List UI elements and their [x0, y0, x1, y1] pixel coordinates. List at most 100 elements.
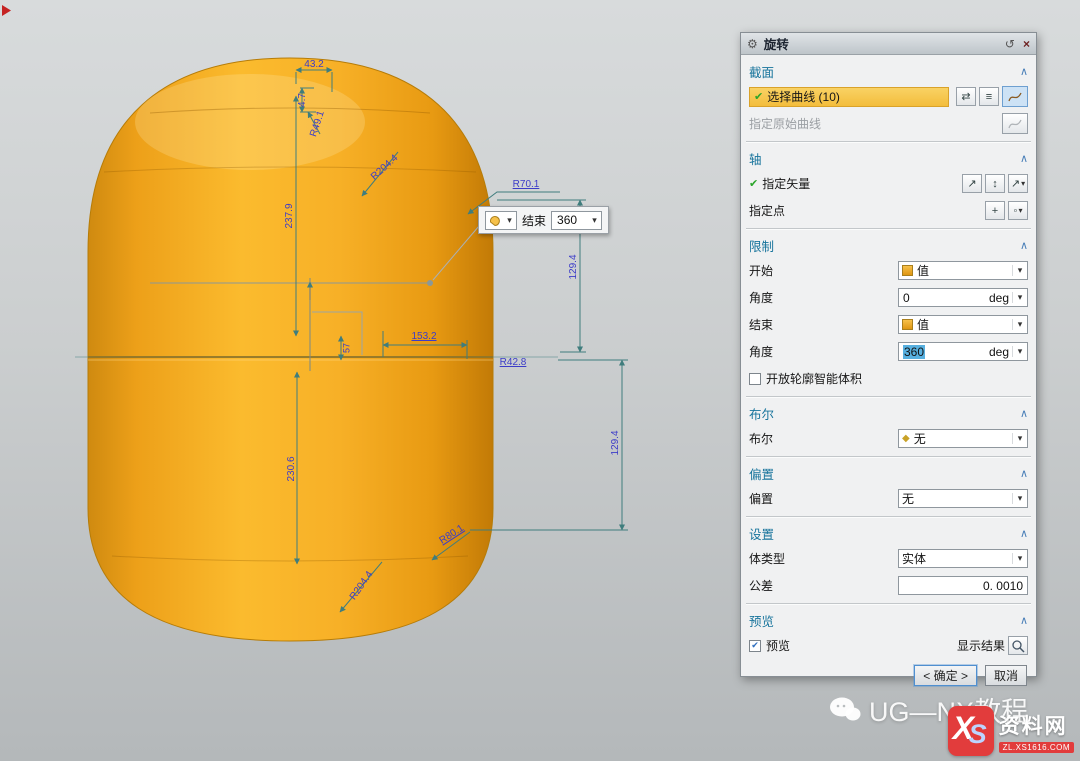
body-type-label: 体类型	[749, 550, 785, 567]
offset-label: 偏置	[749, 490, 773, 507]
selected-text: 360	[903, 345, 925, 359]
site-name: 资料网	[999, 710, 1068, 740]
body-type-combo[interactable]: 实体 ▾	[898, 549, 1028, 568]
start-condition-combo[interactable]: 值 ▾	[898, 261, 1028, 280]
point-type-dropdown[interactable]: ◦▾	[1008, 201, 1028, 220]
chevron-down-icon: ▾	[1012, 292, 1027, 303]
section-divider	[746, 228, 1031, 230]
specify-vector-row: ✔ 指定矢量 ↗ ↕ ↗▾	[746, 170, 1031, 197]
swap-selection-button[interactable]: ⇄	[956, 87, 976, 106]
chevron-down-icon: ▾	[1012, 433, 1027, 444]
chevron-up-icon[interactable]: ∧	[1020, 614, 1028, 627]
section-header-label: 偏置	[749, 464, 774, 483]
end-angle-combo[interactable]: 360 ▾	[551, 211, 602, 230]
dimension-label: R42.8	[500, 358, 527, 368]
section-header-axis[interactable]: 轴 ∧	[746, 145, 1031, 170]
section-divider	[746, 516, 1031, 518]
section-header-label: 限制	[749, 236, 774, 255]
origin-curve-row: 指定原始曲线	[746, 110, 1031, 137]
vector-type-dropdown[interactable]: ↗▾	[1008, 174, 1028, 193]
section-header-offset[interactable]: 偏置 ∧	[746, 460, 1031, 485]
section-header-preview[interactable]: 预览 ∧	[746, 607, 1031, 632]
open-profile-checkbox[interactable]	[749, 373, 761, 385]
end-angle-row: 角度 360 deg ▾	[746, 338, 1031, 365]
end-condition-dropdown[interactable]: ▾	[485, 211, 517, 230]
preview-row: ✔ 预览 显示结果	[746, 632, 1031, 659]
chevron-down-icon: ▾	[1018, 206, 1022, 215]
select-curve-row: ✔ 选择曲线 (10) ⇄ ≡	[746, 83, 1031, 110]
xs-badge-icon: X S	[948, 706, 994, 756]
start-angle-row: 角度 0 deg ▾	[746, 284, 1031, 311]
end-angle-field[interactable]: 360 deg ▾	[898, 342, 1028, 361]
tolerance-field[interactable]: 0. 0010	[898, 576, 1028, 595]
dimension-label: 57	[343, 343, 352, 353]
section-header-label: 轴	[749, 149, 762, 168]
chevron-down-icon: ▾	[1012, 346, 1027, 357]
chevron-up-icon[interactable]: ∧	[1020, 467, 1028, 480]
chevron-up-icon[interactable]: ∧	[1020, 527, 1028, 540]
dialog-body: 截面 ∧ ✔ 选择曲线 (10) ⇄ ≡ 指定原始曲线	[741, 55, 1036, 694]
chevron-up-icon[interactable]: ∧	[1020, 407, 1028, 420]
origin-curve-button[interactable]	[1002, 113, 1028, 134]
site-logo: X S 资料网 ZL.XS1616.COM	[948, 706, 1074, 756]
section-header-label: 设置	[749, 524, 774, 543]
section-divider	[746, 456, 1031, 458]
ok-button[interactable]: < 确定 >	[914, 665, 977, 686]
offset-row: 偏置 无 ▾	[746, 485, 1031, 512]
vector-dialog-button[interactable]: ↗	[962, 174, 982, 193]
end-label: 结束	[749, 316, 773, 333]
floating-limit-toolbar: ▾ 结束 360 ▾	[478, 206, 609, 234]
value-option-icon	[902, 265, 913, 276]
start-condition-row: 开始 值 ▾	[746, 257, 1031, 284]
open-profile-row: 开放轮廓智能体积	[746, 365, 1031, 392]
revolve-dialog: ⚙ 旋转 ↺ × 截面 ∧ ✔ 选择曲线 (10) ⇄ ≡	[740, 32, 1037, 677]
select-curve-label: 选择曲线 (10)	[767, 88, 840, 105]
specify-vector-label: 指定矢量	[762, 175, 810, 192]
dimension-label: 43.2	[304, 60, 323, 70]
limit-value-icon	[488, 214, 501, 227]
section-divider	[746, 603, 1031, 605]
reset-icon[interactable]: ↺	[1005, 38, 1015, 50]
curve-rule-button[interactable]	[1002, 86, 1028, 107]
tolerance-label: 公差	[749, 577, 773, 594]
origin-curve-label: 指定原始曲线	[749, 115, 821, 132]
check-icon: ✔	[754, 90, 763, 103]
preview-checkbox[interactable]: ✔	[749, 640, 761, 652]
section-header-settings[interactable]: 设置 ∧	[746, 520, 1031, 545]
end-condition-combo[interactable]: 值 ▾	[898, 315, 1028, 334]
chevron-up-icon[interactable]: ∧	[1020, 152, 1028, 165]
section-header-boolean[interactable]: 布尔 ∧	[746, 400, 1031, 425]
boolean-label: 布尔	[749, 430, 773, 447]
reverse-direction-button[interactable]: ↕	[985, 174, 1005, 193]
boolean-combo[interactable]: ◆ 无 ▾	[898, 429, 1028, 448]
chevron-down-icon: ▾	[503, 215, 516, 226]
chevron-up-icon[interactable]: ∧	[1020, 239, 1028, 252]
select-curve-field[interactable]: ✔ 选择曲线 (10)	[749, 87, 949, 107]
specify-point-label: 指定点	[749, 202, 785, 219]
chat-bubbles-icon	[829, 697, 861, 723]
preview-label: 预览	[766, 637, 790, 654]
cancel-button[interactable]: 取消	[985, 665, 1027, 686]
selection-list-button[interactable]: ≡	[979, 87, 999, 106]
chevron-down-icon: ▾	[1012, 265, 1027, 276]
site-url: ZL.XS1616.COM	[999, 742, 1074, 753]
chevron-down-icon: ▾	[1012, 553, 1027, 564]
show-result-label: 显示结果	[957, 637, 1005, 654]
start-angle-label: 角度	[749, 289, 773, 306]
point-dialog-button[interactable]: +	[985, 201, 1005, 220]
chevron-up-icon[interactable]: ∧	[1020, 65, 1028, 78]
dimension-label: 129.4	[611, 430, 621, 455]
end-angle-value: 360	[552, 213, 588, 227]
close-icon[interactable]: ×	[1023, 38, 1030, 50]
nx-window: 43.2 4.7 R49.1 R204.4 R70.1 237.9 129.4 …	[0, 0, 1080, 761]
dimension-label: 153.2	[411, 332, 436, 342]
section-header-limits[interactable]: 限制 ∧	[746, 232, 1031, 257]
revolved-solid[interactable]	[88, 58, 493, 641]
dialog-title: 旋转	[764, 34, 789, 53]
show-result-button[interactable]	[1008, 636, 1028, 655]
offset-combo[interactable]: 无 ▾	[898, 489, 1028, 508]
start-angle-field[interactable]: 0 deg ▾	[898, 288, 1028, 307]
value-option-icon	[902, 319, 913, 330]
section-header-section[interactable]: 截面 ∧	[746, 58, 1031, 83]
dialog-titlebar[interactable]: ⚙ 旋转 ↺ ×	[741, 33, 1036, 55]
